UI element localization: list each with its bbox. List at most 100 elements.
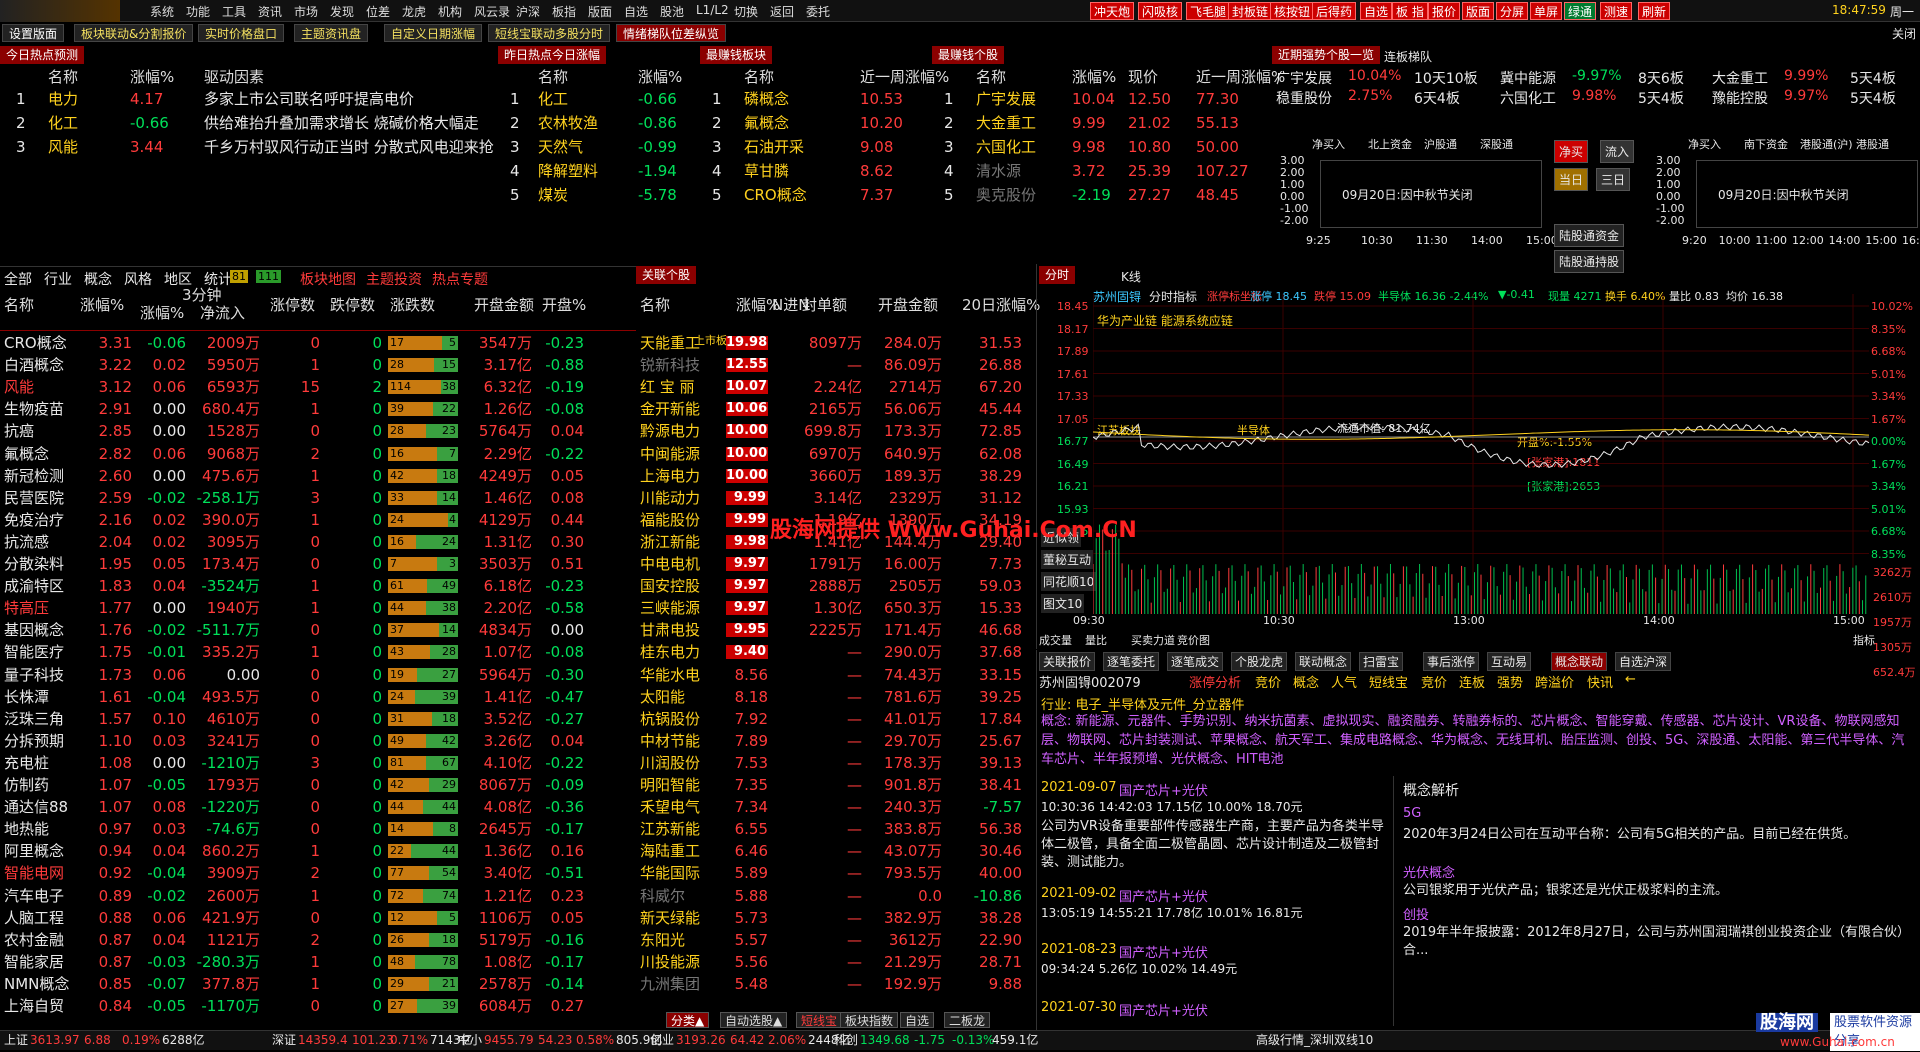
table-row[interactable]: 分拆预期 1.10 0.03 3241万 0 0 49 42 3.26亿 0.04 <box>0 730 636 752</box>
quick-button[interactable]: 飞毛腿 <box>1186 2 1231 20</box>
menu-item[interactable]: 系统 <box>150 3 174 20</box>
info-tab[interactable]: 自选沪深 <box>1615 652 1672 671</box>
table-row[interactable]: 禾望电气 7.34 — 240.3万 -7.57 <box>636 796 1036 818</box>
bottom-tab[interactable]: 短线宝 <box>796 1012 843 1028</box>
table-row[interactable]: 新冠检测 2.60 0.00 475.6万 1 0 42 18 4249万 0.05 <box>0 465 636 487</box>
column-header[interactable]: 涨幅% <box>638 66 682 88</box>
info-tab[interactable]: 互动易 <box>1487 652 1532 671</box>
table-row[interactable]: 中材节能 7.89 — 29.70万 25.67 <box>636 730 1036 752</box>
info-tab[interactable]: 扫雷宝 <box>1359 652 1404 671</box>
earn-stock-panel-title[interactable]: 最赚钱个股 <box>932 46 1005 64</box>
table-row[interactable]: 明阳智能 7.35 — 901.8万 38.41 <box>636 774 1036 796</box>
table-row[interactable]: 4 清水源 3.72 25.39 107.27 <box>932 160 1268 182</box>
table-row[interactable]: 金开新能 10.06 2165万 56.06万 45.44 <box>636 398 1036 420</box>
table-row[interactable]: 太阳能 8.18 — 781.6万 39.25 <box>636 686 1036 708</box>
quick-button[interactable]: 绿通 <box>1564 2 1597 20</box>
table-row[interactable]: 中闽能源 10.00 6970万 640.9万 62.08 <box>636 443 1036 465</box>
table-row[interactable]: 1 广宇发展 10.04 12.50 77.30 <box>932 88 1268 110</box>
strong-tab[interactable]: 近期强势个股一览 <box>1272 46 1381 64</box>
indicator-tab[interactable]: 量比 <box>1085 632 1107 648</box>
table-row[interactable]: 桂东电力 9.40 — 290.0万 37.68 <box>636 641 1036 663</box>
info-tab[interactable]: 概念联动 <box>1551 652 1608 671</box>
table-row[interactable]: 1 磷概念 10.53 <box>700 88 930 110</box>
table-row[interactable]: 抗癌 2.85 0.00 1528万 0 0 28 23 5764万 0.04 <box>0 420 636 442</box>
table-row[interactable]: 甘肃电投 9.95 2225万 171.4万 46.68 <box>636 619 1036 641</box>
table-row[interactable]: 阿里概念 0.94 0.04 860.2万 1 0 22 44 1.36亿 0.16 <box>0 840 636 862</box>
table-row[interactable]: 量子科技 1.73 0.06 0.00 0 0 19 27 5964万 -0.30 <box>0 664 636 686</box>
table-row[interactable]: 2 大金重工 9.99 21.02 55.13 <box>932 112 1268 134</box>
indicator-tab[interactable]: 买卖力道 <box>1131 632 1175 648</box>
table-row[interactable]: 1 电力 4.17 多家上市公司联名呼吁提高电价 <box>0 88 500 110</box>
layout-tab[interactable]: 情绪梯队位差纵览 <box>616 24 727 42</box>
index-name[interactable]: 上证 <box>4 1031 28 1050</box>
column-header[interactable]: 封单额 <box>802 294 847 316</box>
menu-item[interactable]: 切换 <box>734 3 758 20</box>
related-stocks-title[interactable]: 关联个股 <box>636 266 697 284</box>
table-row[interactable]: 仿制药 1.07 -0.05 1793万 0 0 42 29 8067万 -0.09 <box>0 774 636 796</box>
sector-tab[interactable]: 行业 <box>44 269 72 289</box>
sector-extra-tab[interactable]: 主题投资 <box>366 269 422 289</box>
info-tab[interactable]: 联动概念 <box>1295 652 1352 671</box>
table-row[interactable]: 川润股份 7.53 — 178.3万 39.13 <box>636 752 1036 774</box>
quick-button[interactable]: 板 指 <box>1392 2 1428 20</box>
info-tab[interactable]: 事后涨停 <box>1423 652 1480 671</box>
table-row[interactable]: 5 奥克股份 -2.19 27.27 48.45 <box>932 184 1268 206</box>
info-subtab[interactable]: 快讯 <box>1587 672 1613 691</box>
quick-button[interactable]: 测速 <box>1600 2 1633 20</box>
quick-button[interactable]: 单屏 <box>1530 2 1563 20</box>
fund-button[interactable]: 陆股通资金 <box>1554 224 1625 247</box>
menu-item[interactable]: 板指 <box>552 3 576 20</box>
column-header[interactable]: 20日涨幅% <box>962 294 1040 316</box>
indicator-menu[interactable]: 指标 <box>1853 632 1875 648</box>
menu-item[interactable]: 机构 <box>438 3 462 20</box>
table-row[interactable]: 黔源电力 10.00 699.8万 173.3万 72.85 <box>636 420 1036 442</box>
layout-tab[interactable]: 板块联动&分割报价 <box>74 24 194 42</box>
quick-button[interactable]: 封板链 <box>1228 2 1273 20</box>
column-header[interactable]: 名称 <box>48 66 78 88</box>
info-subtab[interactable]: 涨停分析 <box>1189 672 1241 691</box>
info-subtab[interactable]: 连板 <box>1459 672 1485 691</box>
fund-button[interactable]: 净买 <box>1554 140 1589 163</box>
table-row[interactable]: 川投能源 5.56 — 21.29万 28.71 <box>636 951 1036 973</box>
strong-name[interactable]: 广宇发展 <box>1276 68 1332 88</box>
strong-name[interactable]: 豫能控股 <box>1712 88 1768 108</box>
sector-extra-tab[interactable]: 板块地图 <box>300 269 356 289</box>
table-row[interactable]: 江苏新能 6.55 — 383.8万 56.38 <box>636 818 1036 840</box>
column-header[interactable]: 名称 <box>640 294 670 316</box>
fund-button[interactable]: 当日 <box>1554 168 1589 191</box>
column-header[interactable]: 名称 <box>976 66 1006 88</box>
layout-tab[interactable]: 设置版面 <box>2 24 65 42</box>
table-row[interactable]: 5 CRO概念 7.37 <box>700 184 930 206</box>
table-row[interactable]: 风能 3.12 0.06 6593万 15 2 114 38 6.32亿 -0.19 <box>0 376 636 398</box>
quick-button[interactable]: 核按钮 <box>1270 2 1315 20</box>
strong-name[interactable]: 稳重股份 <box>1276 88 1332 108</box>
info-tab[interactable]: 逐笔委托 <box>1103 652 1160 671</box>
table-row[interactable]: 通达信88 1.07 0.08 -1220万 0 0 44 44 4.08亿 -0.36 <box>0 796 636 818</box>
info-subtab[interactable]: 竞价 <box>1421 672 1447 691</box>
table-row[interactable]: 华能国际 5.89 — 793.5万 40.00 <box>636 862 1036 884</box>
hot-yest-panel-title[interactable]: 昨日热点今日涨幅 <box>498 46 607 64</box>
info-tab[interactable]: 逐笔成交 <box>1167 652 1224 671</box>
menu-item[interactable]: 股池 <box>660 3 684 20</box>
info-tab[interactable]: 关联报价 <box>1039 652 1096 671</box>
table-row[interactable]: 抗流感 2.04 0.02 3095万 0 0 16 24 1.31亿 0.30 <box>0 531 636 553</box>
column-header[interactable]: 涨停数 <box>270 294 315 316</box>
indicator-tab[interactable]: 成交量 <box>1039 632 1072 648</box>
table-row[interactable]: 海陆重工 6.46 — 43.07万 30.46 <box>636 840 1036 862</box>
column-header[interactable]: 现价 <box>1128 66 1158 88</box>
column-header[interactable]: 名称 <box>744 66 774 88</box>
menu-item[interactable]: 发现 <box>330 3 354 20</box>
table-row[interactable]: 国安控股 9.97 2888万 2505万 59.03 <box>636 575 1036 597</box>
table-row[interactable]: 科威尔 5.88 — 0.0 -10.86 <box>636 885 1036 907</box>
quick-button[interactable]: 后得药 <box>1312 2 1357 20</box>
chart-side-button[interactable]: 图文10 <box>1041 594 1085 613</box>
table-row[interactable]: 中电电机 9.97 1791万 16.00万 7.73 <box>636 553 1036 575</box>
menu-item[interactable]: 委托 <box>806 3 830 20</box>
info-tab[interactable]: 个股龙虎 <box>1231 652 1288 671</box>
quick-button[interactable]: 分屏 <box>1496 2 1529 20</box>
column-header[interactable]: 名称 <box>4 294 34 316</box>
chart-tab-intraday[interactable]: 分时 <box>1039 266 1076 284</box>
info-subtab[interactable]: 竞价 <box>1255 672 1281 691</box>
quick-button[interactable]: 版面 <box>1462 2 1495 20</box>
table-row[interactable]: 白酒概念 3.22 0.02 5950万 1 0 28 15 3.17亿 -0.88 <box>0 354 636 376</box>
